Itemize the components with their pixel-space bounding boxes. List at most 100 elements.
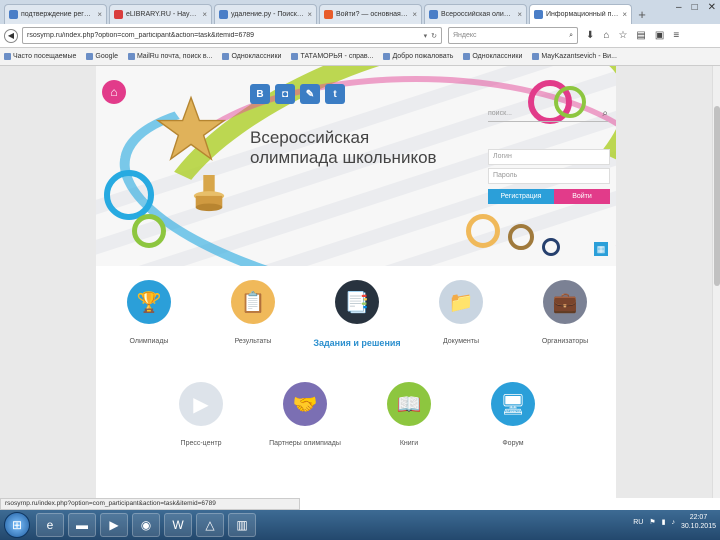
- start-button[interactable]: ⊞: [4, 512, 30, 538]
- search-icon[interactable]: ⌕: [602, 108, 608, 119]
- favicon-icon: [534, 10, 543, 19]
- bookmark-item[interactable]: Добро пожаловать: [383, 53, 453, 60]
- site-search[interactable]: поиск... ⌕: [488, 106, 608, 122]
- clock[interactable]: 22:07 30.10.2015: [681, 513, 716, 531]
- close-icon[interactable]: ✕: [708, 2, 716, 13]
- favicon-icon: [219, 10, 228, 19]
- bookmark-item[interactable]: Часто посещаемые: [4, 53, 76, 60]
- close-tab-icon[interactable]: ×: [517, 10, 522, 19]
- favicon-icon: [9, 10, 18, 19]
- star-icon[interactable]: ☆: [618, 30, 627, 41]
- login-button[interactable]: Войти: [554, 189, 610, 204]
- address-bar[interactable]: rsosyrnp.ru/index.php?option=com_partici…: [22, 27, 442, 44]
- bookmark-item[interactable]: MayKazantsevich - Ви...: [532, 53, 617, 60]
- scrollbar-thumb[interactable]: [714, 106, 720, 286]
- password-field[interactable]: Пароль: [488, 168, 610, 184]
- status-bar-url: rsosyrnp.ru/index.php?option=com_partici…: [0, 498, 300, 510]
- bookmark-label: Одноклассники: [231, 53, 282, 60]
- drive-icon[interactable]: △: [196, 513, 224, 537]
- search-input[interactable]: Яндекс ⌕: [448, 27, 578, 44]
- section-tile[interactable]: 🤝 Партнеры олимпиады: [260, 382, 350, 447]
- twitter-icon[interactable]: t: [325, 84, 345, 104]
- bookmark-label: Google: [95, 53, 118, 60]
- browser-tab[interactable]: Информационный портал...×: [529, 4, 632, 24]
- browser-tab[interactable]: Войти? — основная ми... ×: [319, 4, 422, 24]
- section-icon: ▶: [179, 382, 223, 426]
- decor-ring: [104, 170, 154, 220]
- browser-tab[interactable]: удаление.ру - Поиск в ... ×: [214, 4, 317, 24]
- toolbar-icons: ⬇ ⌂ ☆ ▤ ▣ ≡: [586, 30, 679, 41]
- flag-icon[interactable]: ⚑: [649, 518, 655, 526]
- word-icon[interactable]: W: [164, 513, 192, 537]
- lock-icon[interactable]: ▣: [655, 30, 664, 41]
- home-icon[interactable]: ⌂: [102, 80, 126, 104]
- bookmark-icon: [86, 53, 94, 60]
- minimize-icon[interactable]: –: [676, 2, 682, 13]
- pdf-icon[interactable]: ▥: [228, 513, 256, 537]
- media-player-icon[interactable]: ▶: [100, 513, 128, 537]
- search-icon[interactable]: ⌕: [569, 32, 573, 40]
- back-button[interactable]: ◀: [4, 28, 18, 43]
- site-title: Всероссийская олимпиада школьников: [250, 128, 450, 168]
- section-tile[interactable]: 📖 Книги: [364, 382, 454, 447]
- search-placeholder: Яндекс: [453, 32, 477, 39]
- section-tile[interactable]: 📑 Задания и решения: [312, 280, 402, 348]
- section-label: Партнеры олимпиады: [269, 440, 341, 447]
- close-tab-icon[interactable]: ×: [307, 10, 312, 19]
- decor-ring: [508, 224, 534, 250]
- bookmarks-bar: Часто посещаемые Google MailRu почта, поис…: [0, 48, 720, 66]
- system-tray: RU ⚑ ▮ ♪ 22:07 30.10.2015: [633, 513, 716, 531]
- section-tiles: 🏆 Олимпиады 📋 Результаты 📑 Задания и решения 📁…: [96, 276, 616, 498]
- ie-icon[interactable]: e: [36, 513, 64, 537]
- section-tile[interactable]: 📋 Результаты: [208, 280, 298, 345]
- bookmark-label: Добро пожаловать: [392, 53, 454, 60]
- bookmark-item[interactable]: ТАТАМОРЬЯ - справ...: [291, 53, 373, 60]
- firefox-icon[interactable]: ◉: [132, 513, 160, 537]
- close-tab-icon[interactable]: ×: [97, 10, 102, 19]
- dropdown-icon[interactable]: ▾: [424, 32, 428, 40]
- volume-icon[interactable]: ♪: [671, 519, 675, 526]
- close-tab-icon[interactable]: ×: [202, 10, 207, 19]
- language-indicator[interactable]: RU: [633, 519, 643, 526]
- bookmark-item[interactable]: Google: [86, 53, 118, 60]
- login-field[interactable]: Логин: [488, 149, 610, 165]
- section-tile[interactable]: 🏆 Олимпиады: [104, 280, 194, 345]
- section-tile[interactable]: 💼 Организаторы: [520, 280, 610, 345]
- close-tab-icon[interactable]: ×: [622, 10, 627, 19]
- menu-icon[interactable]: ≡: [673, 30, 679, 41]
- section-icon: 💼: [543, 280, 587, 324]
- register-button[interactable]: Регистрация: [488, 189, 554, 204]
- tab-title: подтверждение регист...: [21, 11, 95, 18]
- clipboard-icon[interactable]: ▤: [636, 30, 645, 41]
- bookmark-item[interactable]: Одноклассники: [463, 53, 522, 60]
- url-text: rsosyrnp.ru/index.php?option=com_partici…: [27, 32, 255, 39]
- folder-icon[interactable]: ▬: [68, 513, 96, 537]
- social-links: B ◘ ✎ t: [250, 84, 345, 104]
- bookmark-item[interactable]: Одноклассники: [222, 53, 281, 60]
- vk-icon[interactable]: B: [250, 84, 270, 104]
- new-tab-button[interactable]: +: [634, 4, 650, 24]
- bookmark-item[interactable]: MailRu почта, поиск в...: [127, 53, 212, 60]
- bookmark-icon: [383, 53, 391, 60]
- bookmark-icon: [4, 53, 11, 60]
- instagram-icon[interactable]: ◘: [275, 84, 295, 104]
- section-tile[interactable]: 🖥 Форум: [468, 382, 558, 447]
- network-icon[interactable]: ▮: [662, 518, 666, 526]
- download-icon[interactable]: ⬇: [586, 30, 594, 41]
- browser-tab[interactable]: Всероссийская олимп... ×: [424, 4, 527, 24]
- page-scrollbar[interactable]: [712, 66, 720, 498]
- home-icon[interactable]: ⌂: [603, 30, 609, 41]
- section-tile[interactable]: 📁 Документы: [416, 280, 506, 345]
- section-tile[interactable]: ▶ Пресс-центр: [156, 382, 246, 447]
- browser-tab[interactable]: подтверждение регист... ×: [4, 4, 107, 24]
- livejournal-icon[interactable]: ✎: [300, 84, 320, 104]
- maximize-icon[interactable]: □: [692, 2, 698, 13]
- section-icon: 📖: [387, 382, 431, 426]
- section-label: Книги: [399, 440, 419, 447]
- reload-icon[interactable]: ↻: [431, 32, 437, 40]
- grid-icon[interactable]: ▦: [594, 242, 608, 256]
- close-tab-icon[interactable]: ×: [412, 10, 417, 19]
- bookmark-label: Часто посещаемые: [13, 53, 77, 60]
- browser-tab[interactable]: eLIBRARY.RU - Наукова...×: [109, 4, 212, 24]
- tab-title: eLIBRARY.RU - Наукова...: [126, 11, 199, 18]
